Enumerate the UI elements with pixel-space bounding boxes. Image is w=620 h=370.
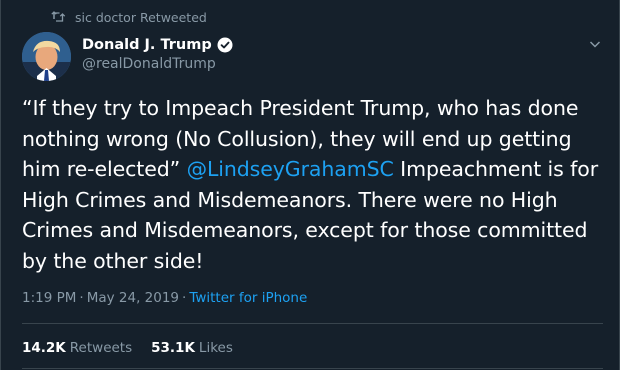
likes-label: Likes (198, 340, 233, 356)
tweet-card: sic doctor Retweeted Donald J. Trump @re… (0, 0, 620, 370)
tweet-meta: 1:19 PM · May 24, 2019 · Twitter for iPh… (22, 290, 307, 306)
verified-badge-icon (217, 37, 233, 53)
retweets-label: Retweets (69, 340, 133, 356)
retweeter-name[interactable]: sic doctor (75, 10, 136, 25)
tweet-stats: 14.2K Retweets 53.1K Likes (22, 340, 252, 356)
author-block[interactable]: Donald J. Trump @realDonaldTrump (82, 37, 233, 72)
retweets-count: 14.2K (22, 340, 66, 356)
retweet-icon (51, 11, 66, 23)
tweet-time[interactable]: 1:19 PM (22, 290, 76, 306)
tweet-text: “If they try to Impeach President Trump,… (22, 93, 606, 276)
author-name[interactable]: Donald J. Trump (82, 37, 212, 53)
likes-stat[interactable]: 53.1K Likes (151, 340, 233, 356)
author-handle[interactable]: @realDonaldTrump (82, 56, 233, 72)
retweet-label: Retweeted (139, 9, 207, 25)
likes-count: 53.1K (151, 340, 195, 356)
meta-separator: · (79, 290, 84, 306)
chevron-down-icon[interactable] (587, 36, 603, 52)
retweet-banner[interactable]: sic doctor Retweeted (51, 8, 207, 26)
meta-separator: · (182, 290, 187, 306)
tweet-source-link[interactable]: Twitter for iPhone (189, 290, 307, 306)
avatar[interactable] (22, 32, 71, 81)
retweets-stat[interactable]: 14.2K Retweets (22, 340, 132, 356)
divider (22, 323, 603, 324)
divider (22, 368, 603, 369)
tweet-date[interactable]: May 24, 2019 (87, 290, 179, 306)
mention-link[interactable]: @LindseyGrahamSC (187, 157, 394, 181)
